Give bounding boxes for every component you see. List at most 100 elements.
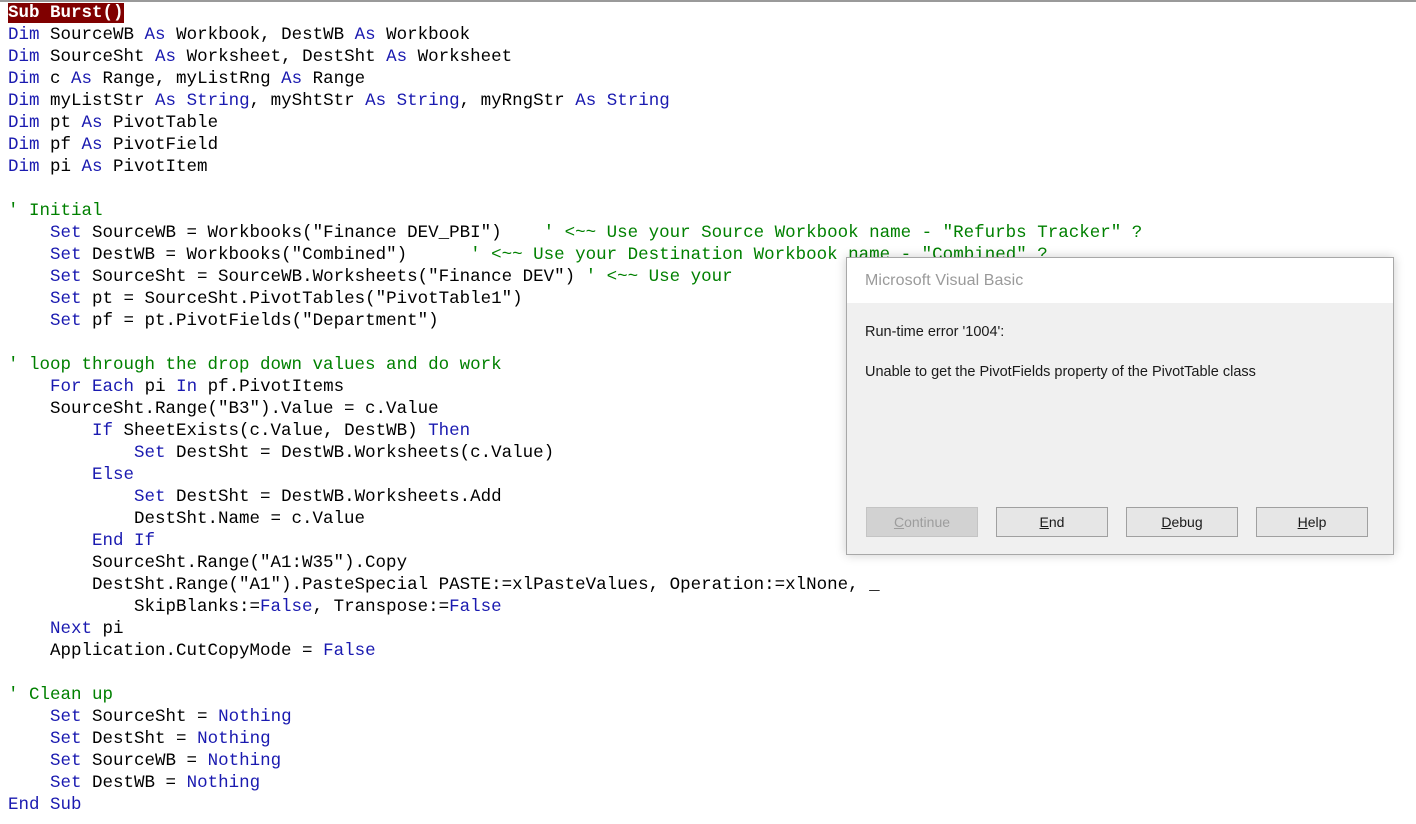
code-text: Workbook <box>375 25 471 45</box>
code-keyword: Set <box>50 311 82 331</box>
code-keyword: Nothing <box>207 751 282 771</box>
code-line[interactable]: Sub Burst() <box>0 2 1416 24</box>
code-line[interactable] <box>0 178 1416 200</box>
code-keyword: Set <box>50 245 82 265</box>
code-line[interactable]: Dim pi As PivotItem <box>0 156 1416 178</box>
code-keyword: End If <box>92 531 156 551</box>
code-text: PivotItem <box>102 157 208 177</box>
code-keyword: As <box>365 91 387 111</box>
debug-button[interactable]: Debug <box>1126 507 1238 537</box>
code-line[interactable]: Set DestSht = Nothing <box>0 728 1416 750</box>
code-line[interactable]: Next pi <box>0 618 1416 640</box>
code-text: Range <box>302 69 366 89</box>
code-text: SourceWB <box>39 25 145 45</box>
code-keyword: Set <box>50 267 82 287</box>
code-text: pf.PivotItems <box>197 377 345 397</box>
code-line[interactable]: Dim SourceSht As Worksheet, DestSht As W… <box>0 46 1416 68</box>
code-text: pf <box>39 135 82 155</box>
code-text: DestSht.Name = c.Value <box>8 509 366 529</box>
code-line[interactable]: Dim SourceWB As Workbook, DestWB As Work… <box>0 24 1416 46</box>
code-text: pi <box>39 157 82 177</box>
code-line[interactable]: End Sub <box>0 794 1416 816</box>
code-line[interactable]: Set SourceSht = Nothing <box>0 706 1416 728</box>
code-keyword: Each <box>92 377 135 397</box>
code-text: , myShtStr <box>249 91 366 111</box>
code-text: SourceSht = <box>81 707 219 727</box>
code-line[interactable]: SkipBlanks:=False, Transpose:=False <box>0 596 1416 618</box>
button-label: End <box>1039 514 1065 530</box>
code-keyword: As <box>71 69 93 89</box>
accelerator-letter: E <box>1039 514 1049 530</box>
code-comment: ' <~~ Use your <box>585 267 733 287</box>
code-text: DestSht = <box>81 729 198 749</box>
code-line[interactable]: Set SourceWB = Workbooks("Finance DEV_PB… <box>0 222 1416 244</box>
dialog-body: Run-time error '1004': Unable to get the… <box>847 303 1393 508</box>
code-keyword: As <box>155 47 177 67</box>
help-button[interactable]: Help <box>1256 507 1368 537</box>
code-keyword: As <box>386 47 408 67</box>
code-keyword: Dim <box>8 25 40 45</box>
accelerator-letter: C <box>893 514 905 530</box>
code-keyword: Set <box>50 751 82 771</box>
code-keyword: In <box>176 377 198 397</box>
code-text: pt <box>39 113 82 133</box>
code-keyword: Set <box>134 443 166 463</box>
code-text: Application.CutCopyMode = <box>8 641 324 661</box>
code-line[interactable]: Set SourceWB = Nothing <box>0 750 1416 772</box>
end-button[interactable]: End <box>996 507 1108 537</box>
code-keyword: Dim <box>8 47 40 67</box>
code-keyword: False <box>449 597 502 617</box>
code-text: PivotTable <box>102 113 219 133</box>
code-keyword: Nothing <box>218 707 292 727</box>
button-label: Continue <box>893 514 951 530</box>
code-keyword: String <box>186 91 250 111</box>
code-line[interactable]: Dim myListStr As String, myShtStr As Str… <box>0 90 1416 112</box>
code-line[interactable]: ' Initial <box>0 200 1416 222</box>
code-keyword: As <box>81 113 103 133</box>
code-line[interactable] <box>0 662 1416 684</box>
code-text: SkipBlanks:= <box>8 597 261 617</box>
code-line[interactable]: SourceSht.Range("A1:W35").Copy <box>0 552 1416 574</box>
code-keyword: Then <box>428 421 471 441</box>
accelerator-letter: H <box>1297 514 1308 530</box>
error-code-text: Run-time error '1004': <box>865 324 1005 340</box>
selected-procedure-header: Sub Burst() <box>8 3 124 23</box>
code-line[interactable]: ' Clean up <box>0 684 1416 706</box>
code-line[interactable]: Dim pt As PivotTable <box>0 112 1416 134</box>
code-keyword: Dim <box>8 113 40 133</box>
runtime-error-dialog[interactable]: Microsoft Visual Basic Run-time error '1… <box>846 257 1394 555</box>
code-line[interactable]: DestSht.Range("A1").PasteSpecial PASTE:=… <box>0 574 1416 596</box>
code-keyword: Set <box>50 223 82 243</box>
code-line[interactable]: Dim pf As PivotField <box>0 134 1416 156</box>
code-text: Worksheet <box>407 47 513 67</box>
code-line[interactable]: Dim c As Range, myListRng As Range <box>0 68 1416 90</box>
code-text: DestWB = Workbooks("Combined") <box>81 245 471 265</box>
code-keyword: Dim <box>8 91 40 111</box>
code-text: DestSht = DestWB.Worksheets(c.Value) <box>165 443 555 463</box>
code-text: SourceWB = <box>81 751 208 771</box>
code-text: myListStr <box>39 91 156 111</box>
code-keyword: String <box>396 91 460 111</box>
continue-button: Continue <box>866 507 978 537</box>
code-text: SheetExists(c.Value, DestWB) <box>113 421 429 441</box>
code-text: Worksheet, DestSht <box>176 47 387 67</box>
code-comment: ' Clean up <box>8 685 114 705</box>
code-text: pf = pt.PivotFields("Department") <box>81 311 439 331</box>
code-keyword: As <box>575 91 597 111</box>
code-keyword: As <box>144 25 166 45</box>
code-line[interactable]: Set DestWB = Nothing <box>0 772 1416 794</box>
code-line[interactable]: Application.CutCopyMode = False <box>0 640 1416 662</box>
